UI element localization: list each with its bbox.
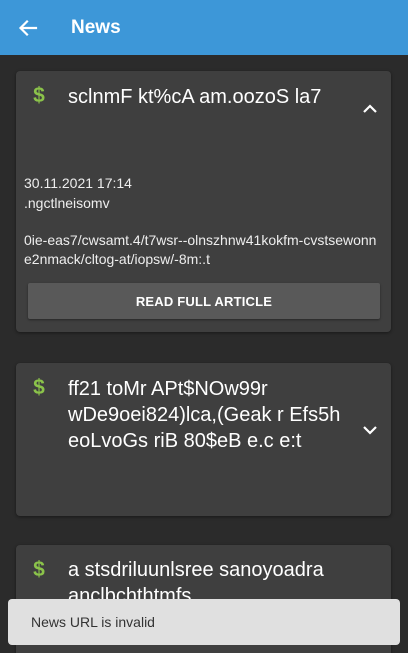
svg-text:$: $ (33, 84, 45, 106)
news-date: 30.11.2021 17:14 (24, 175, 132, 191)
dollar-icon: $ (33, 376, 45, 398)
news-card[interactable]: $ sclnmF kt%cA am.oozoS la7 30.11.2021 1… (16, 71, 391, 332)
page-title: News (71, 16, 121, 38)
back-button[interactable] (0, 0, 55, 55)
news-url: 0ie-eas7/cwsamt.4/t7wsr--olnszhnw41kokfm… (24, 232, 377, 267)
chevron-down-icon[interactable] (359, 419, 381, 441)
news-title: ff21 toMr APt$NOw99r wDe9oei824)lca,(Gea… (68, 378, 341, 452)
chevron-up-icon[interactable] (359, 98, 381, 120)
news-source: .ngctlneisomv (24, 195, 110, 211)
arrow-left-icon (18, 19, 37, 36)
svg-text:$: $ (33, 558, 45, 580)
svg-text:$: $ (33, 376, 45, 398)
dollar-icon: $ (33, 558, 45, 580)
news-card[interactable]: $ ff21 toMr APt$NOw99r wDe9oei824)lca,(G… (16, 363, 391, 516)
app-bar: News (0, 0, 408, 55)
dollar-icon: $ (33, 84, 45, 106)
snackbar-message: News URL is invalid (31, 614, 155, 630)
news-title: sclnmF kt%cA am.oozoS la7 (68, 86, 322, 108)
read-full-article-button[interactable]: READ FULL ARTICLE (28, 283, 380, 319)
snackbar: News URL is invalid (8, 599, 400, 645)
